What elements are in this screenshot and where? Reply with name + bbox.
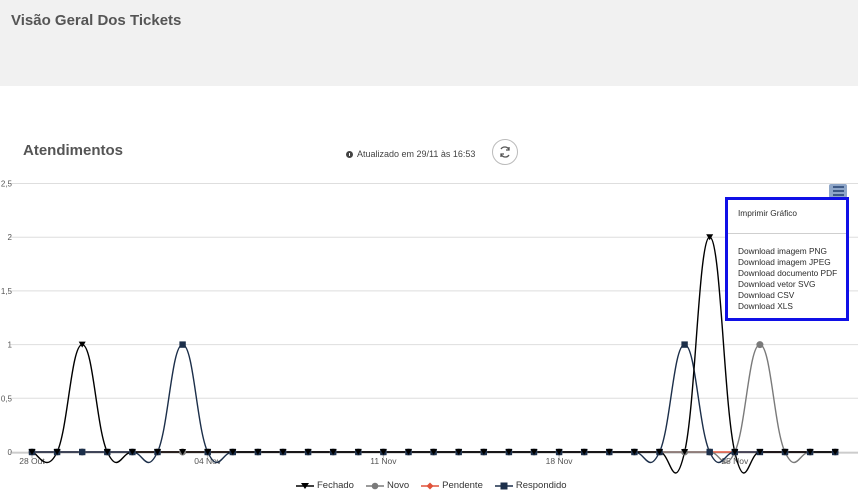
menu-item-print[interactable]: Imprimir Gráfico xyxy=(738,208,797,218)
legend-label: Fechado xyxy=(317,480,354,491)
refresh-button[interactable] xyxy=(492,139,518,165)
menu-item-xls[interactable]: Download XLS xyxy=(738,301,793,311)
legend-label: Respondido xyxy=(515,480,567,491)
legend-label: Novo xyxy=(386,480,410,491)
chart-menu-button[interactable] xyxy=(829,184,847,198)
chart-legend: Fechado Novo Pendente Respondido xyxy=(296,480,567,491)
updated-status: Atualizado em 29/11 às 16:53 xyxy=(346,149,475,159)
series-line-fechado xyxy=(31,236,836,474)
refresh-icon xyxy=(500,146,510,158)
y-tick-label: 2 xyxy=(8,233,13,242)
y-tick-label: 1,5 xyxy=(1,287,13,296)
data-point-respondido xyxy=(179,341,186,348)
legend-label: Pendente xyxy=(442,480,483,491)
legend-item-respondido[interactable]: Respondido xyxy=(494,480,567,491)
legend-marker-square xyxy=(494,482,513,489)
legend-item-novo[interactable]: Novo xyxy=(365,480,410,491)
y-tick-label: 1 xyxy=(8,341,13,350)
x-tick-label: 11 Nov xyxy=(370,456,397,466)
menu-item-png[interactable]: Download imagem PNG xyxy=(738,246,827,256)
legend-marker-triangle xyxy=(296,482,314,489)
x-tick-label: 18 Nov xyxy=(546,456,574,466)
x-tick-label: 04 Nov xyxy=(194,456,222,466)
menu-item-jpeg[interactable]: Download imagem JPEG xyxy=(738,257,831,267)
menu-item-csv[interactable]: Download CSV xyxy=(738,290,794,300)
updated-text: Atualizado em 29/11 às 16:53 xyxy=(357,149,476,159)
hamburger-menu-icon xyxy=(832,186,844,188)
card-title: Atendimentos xyxy=(23,142,124,159)
legend-marker-circle xyxy=(365,482,384,489)
legend-item-pendente[interactable]: Pendente xyxy=(421,480,483,491)
data-point-novo xyxy=(756,341,764,349)
info-icon xyxy=(346,150,353,158)
legend-marker-diamond xyxy=(421,482,440,489)
series-line-novo xyxy=(32,343,836,464)
export-menu: Imprimir Gráfico Download imagem PNG Dow… xyxy=(725,197,849,321)
x-tick-label: 28 Out xyxy=(19,456,45,466)
legend-item-fechado[interactable]: Fechado xyxy=(296,480,354,491)
data-point-respondido xyxy=(79,448,86,456)
data-point-respondido xyxy=(706,448,713,456)
y-tick-label: 2,5 xyxy=(1,180,13,189)
menu-divider xyxy=(728,233,846,234)
menu-item-pdf[interactable]: Download documento PDF xyxy=(738,268,837,278)
y-tick-label: 0,5 xyxy=(1,394,13,403)
series-line-respondido xyxy=(32,343,836,464)
menu-item-svg[interactable]: Download vetor SVG xyxy=(738,279,815,289)
data-point-respondido xyxy=(681,341,688,348)
